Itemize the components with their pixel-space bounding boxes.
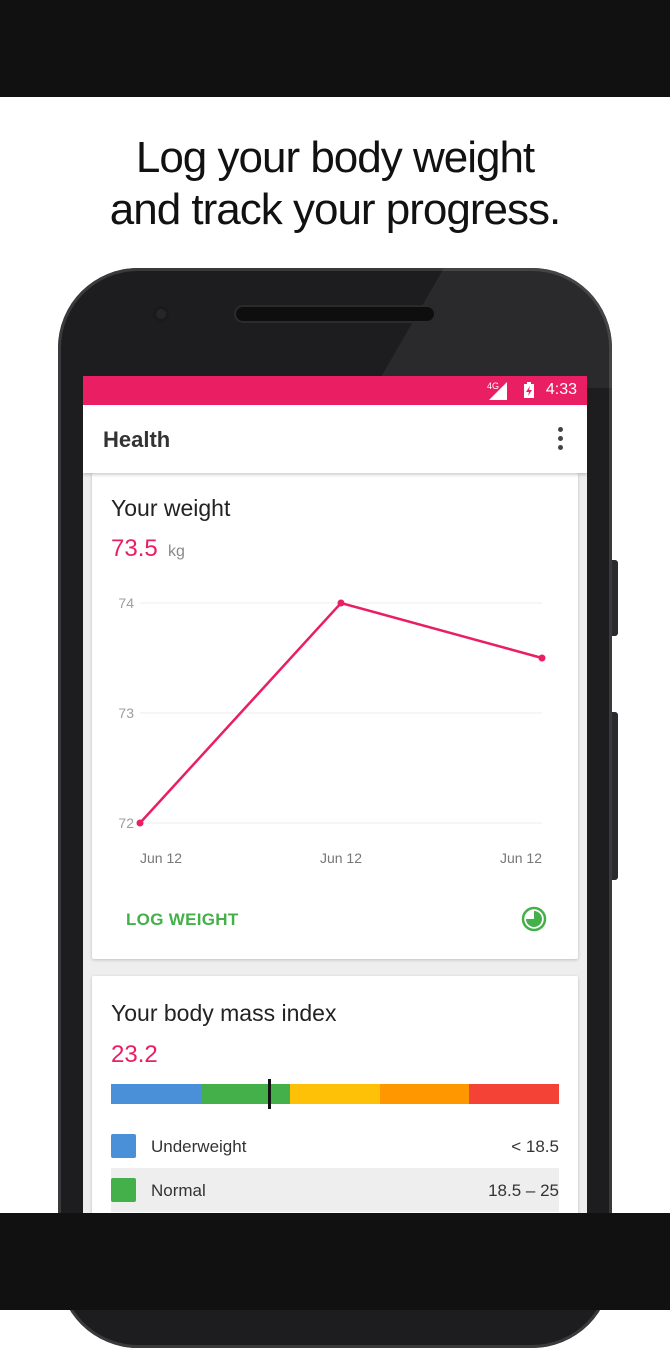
headline-line-1: Log your body weight [135,133,535,182]
power-button [612,560,618,636]
headline: Log your body weight and track your prog… [0,132,670,236]
weight-card: Your weight 73.5 kg 74 73 72 Jun 12 Jun 12 J… [92,473,578,959]
y-tick-label: 73 [118,705,134,721]
front-camera [153,306,169,322]
earpiece-speaker [234,305,436,323]
bmi-scale-segment [200,1084,291,1104]
legend-row-underweight: Underweight < 18.5 [111,1124,559,1168]
headline-line-2: and track your progress. [109,185,561,234]
legend-row-normal: Normal 18.5 – 25 [111,1168,559,1212]
bottom-black-band [0,1213,670,1310]
current-weight-value: 73.5 [111,535,158,562]
app-title: Health [103,427,171,452]
weight-unit: kg [168,543,185,560]
legend-label: Underweight [151,1137,247,1156]
status-bar: 4G 4:33 [83,376,587,405]
status-time: 4:33 [545,381,577,398]
volume-button [612,712,618,880]
bmi-marker [267,1079,271,1109]
legend-range: 18.5 – 25 [488,1181,559,1200]
bmi-scale-segment [290,1084,380,1104]
bmi-card-title: Your body mass index [111,1000,337,1026]
bmi-scale-segment [379,1084,470,1104]
weight-line-chart: 74 73 72 Jun 12 Jun 12 Jun 12 [118,595,546,866]
data-point [136,819,144,827]
menu-dot [557,436,563,441]
bmi-value: 23.2 [111,1041,158,1068]
data-point [538,654,546,662]
legend-label: Normal [151,1181,206,1200]
data-point [337,599,345,607]
y-tick-label: 72 [118,815,134,831]
x-tick-label: Jun 12 [140,850,182,866]
battery-icon [524,382,534,398]
legend-range: < 18.5 [511,1137,559,1156]
network-type-label: 4G [487,381,499,391]
phone-screen: 4G 4:33 Health Your weight 73.5 kg 74 73 7… [83,376,587,1213]
bmi-scale-bar [111,1084,559,1104]
bmi-card: Your body mass index 23.2 Underweight < … [92,976,578,1213]
menu-dot [557,427,563,432]
history-clock-icon[interactable] [521,906,547,932]
app-bar: Health [83,405,587,473]
weight-card-title: Your weight [111,495,231,521]
y-tick-label: 74 [118,595,134,611]
x-tick-label: Jun 12 [500,850,542,866]
normal-swatch [111,1178,136,1202]
menu-dot [557,445,563,450]
bmi-scale-segment [469,1084,559,1104]
log-weight-button[interactable]: LOG WEIGHT [126,910,239,930]
x-tick-label: Jun 12 [320,850,362,866]
more-vert-icon[interactable] [553,427,567,453]
underweight-swatch [111,1134,136,1158]
bmi-scale-segment [111,1084,201,1104]
network-signal-icon: 4G [487,381,507,400]
top-black-band [0,0,670,97]
